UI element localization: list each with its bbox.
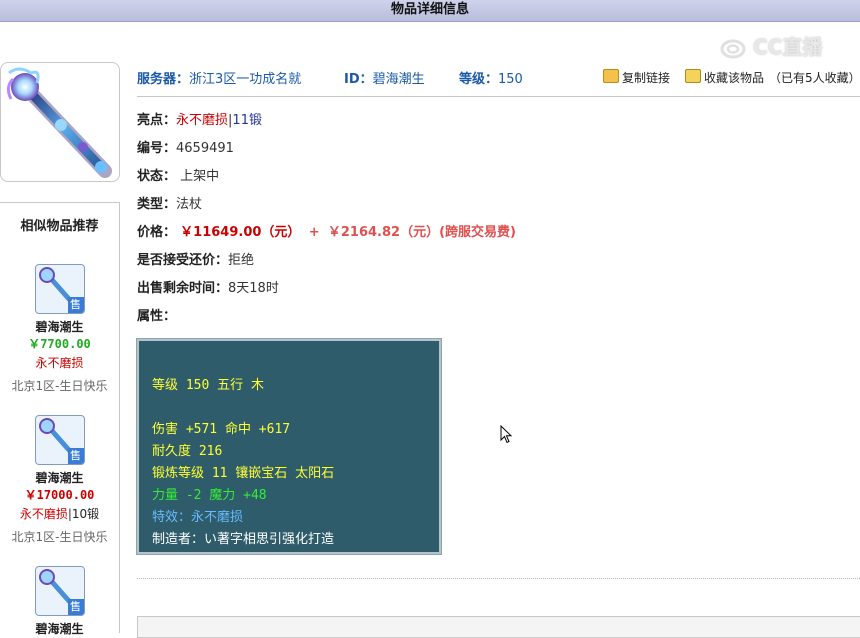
time-label: 出售剩余时间： [137,281,229,296]
copy-link-label[interactable]: 复制链接 [622,71,670,85]
similar-item-server: 北京1区-生日快乐 [11,530,108,544]
copy-link-button[interactable]: 复制链接 [603,69,670,86]
similar-item-thumbnail[interactable]: 售 [34,566,85,616]
sidebar: 相似物品推荐 售 碧海潮生 ￥7700.00 永不磨损 北京1区-生日快乐 售 [0,62,120,636]
attr-maker: 制造者：い著字相思引强化打造 [152,532,335,547]
server-label: 服务器： [137,72,190,87]
cross-server-fee: ￥2164.82（元）(跨服交易费) [327,225,516,240]
price-value: ￥11649.00（元） [180,225,301,240]
similar-item-thumbnail[interactable]: 售 [34,415,85,465]
mouse-cursor-icon [500,425,513,444]
server-info: 服务器：浙江3区一功成名就 [137,68,301,87]
favorite-label[interactable]: 收藏该物品 [704,71,764,85]
similar-item-attr: 永不磨损 [0,354,119,371]
similar-item-name[interactable]: 碧海潮生 [0,620,119,637]
id-info: ID：碧海潮生 [344,68,425,87]
attr-stats: 力量 -2 魔力 +48 [152,488,267,503]
serial-row: 编号：4659491 [137,137,234,156]
highlight-forge: 11锻 [232,113,262,128]
type-label: 类型： [137,197,177,212]
page-title: 物品详细信息 [0,0,860,22]
attr-label: 属性： [137,309,177,324]
similar-item[interactable]: 售 碧海潮生 [0,566,119,637]
highlight-label: 亮点： [137,113,177,128]
bottom-panel [137,616,860,638]
attr-durability: 耐久度 216 [152,444,223,459]
type-value: 法杖 [176,197,203,212]
favorite-folder-icon [685,69,701,83]
attr-damage-hit: 伤害 +571 命中 +617 [152,422,291,437]
level-value: 150 [498,72,523,87]
highlight-row: 亮点：永不磨损|11锻 [137,109,262,128]
status-value: 上架中 [180,169,220,184]
similar-item-price: ￥7700.00 [28,337,91,351]
highlight-value: 永不磨损 [176,113,229,128]
favorite-button[interactable]: 收藏该物品 [685,69,764,86]
similar-item-highlight: 永不磨损 [35,356,84,370]
section-divider [137,578,860,579]
price-plus: + [308,225,320,240]
copy-link-icon [603,69,619,83]
item-header: 服务器：浙江3区一功成名就 ID：碧海潮生 等级：150 复制链接 收藏该物品 … [137,62,860,97]
cc-logo-icon [720,39,746,58]
level-label: 等级： [459,72,499,87]
similar-item-price: ￥17000.00 [24,488,95,502]
similar-item-name[interactable]: 碧海潮生 [0,469,119,486]
attr-level-element: 等级 150 五行 木 [152,378,264,393]
similar-item[interactable]: 售 碧海潮生 ￥17000.00 永不磨损|10锻 北京1区-生日快乐 [0,415,119,545]
price-row: 价格： ￥11649.00（元） + ￥2164.82（元）(跨服交易费) [137,221,516,240]
status-label: 状态： [137,169,177,184]
sale-badge: 售 [67,448,84,464]
magic-staff-icon [6,67,112,178]
sale-badge: 售 [67,599,84,615]
type-row: 类型：法杖 [137,193,202,212]
similar-item-attr: 永不磨损|10锻 [0,505,119,522]
sale-badge: 售 [67,297,84,313]
id-label: ID： [344,72,373,87]
serial-label: 编号： [137,141,177,156]
bargain-value: 拒绝 [228,253,255,268]
status-row: 状态： 上架中 [137,165,219,184]
attr-forge-gem: 锻炼等级 11 镶嵌宝石 太阳石 [152,466,335,481]
similar-item-highlight: 永不磨损 [19,507,68,521]
item-image [0,62,120,182]
attr-row: 属性： [137,305,176,324]
attr-special-effect: 特效：永不磨损 [152,510,244,525]
watermark-text: CC直播 [752,35,823,59]
similar-item-thumbnail[interactable]: 售 [34,264,85,314]
similar-item[interactable]: 售 碧海潮生 ￥7700.00 永不磨损 北京1区-生日快乐 [0,264,119,394]
serial-value: 4659491 [176,141,234,156]
time-row: 出售剩余时间：8天18时 [137,277,279,296]
bargain-label: 是否接受还价： [137,253,229,268]
price-label: 价格： [137,225,177,240]
time-value: 8天18时 [228,281,279,296]
similar-items-title: 相似物品推荐 [20,219,99,234]
similar-item-name[interactable]: 碧海潮生 [0,318,119,335]
similar-items-panel: 相似物品推荐 售 碧海潮生 ￥7700.00 永不磨损 北京1区-生日快乐 售 [0,202,120,636]
bargain-row: 是否接受还价：拒绝 [137,249,254,268]
similar-item-forge: 10锻 [71,507,100,521]
cc-live-watermark: CC直播 [720,33,840,61]
id-value: 碧海潮生 [372,72,425,87]
favorite-count: （已有5人收藏） [769,71,860,85]
server-value: 浙江3区一功成名就 [189,72,302,87]
attributes-box: 等级 150 五行 木 伤害 +571 命中 +617 耐久度 216 锻炼等级… [136,338,442,555]
similar-item-server: 北京1区-生日快乐 [11,379,108,393]
level-info: 等级：150 [459,68,523,87]
